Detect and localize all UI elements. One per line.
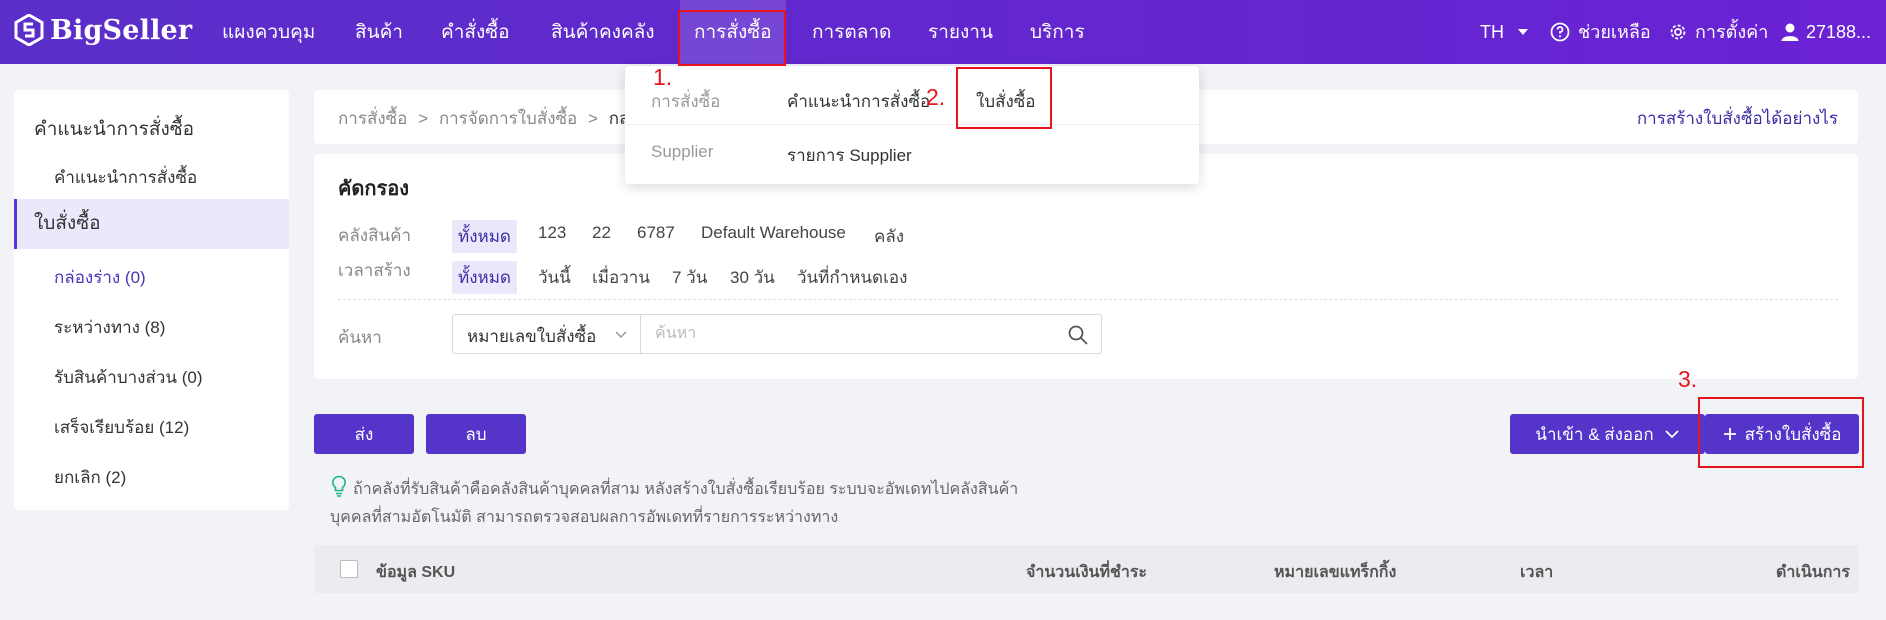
select-all-checkbox[interactable] bbox=[340, 560, 358, 578]
dropdown-link-supplier-list[interactable]: รายการ Supplier bbox=[787, 142, 912, 169]
sidebar: คำแนะนำการสั่งซื้อ คำแนะนำการสั่งซื้อ ใบ… bbox=[14, 90, 289, 510]
purchase-dropdown-menu: การสั่งซื้อ คำแนะนำการสั่งซื้อ ใบสั่งซื้… bbox=[625, 66, 1199, 184]
time-option-7days[interactable]: 7 วัน bbox=[672, 264, 707, 291]
search-type-value: หมายเลขใบสั่งซื้อ bbox=[467, 327, 597, 346]
chevron-down-icon bbox=[615, 331, 627, 339]
col-time: เวลา bbox=[1520, 564, 1554, 581]
nav-marketing[interactable]: การตลาด bbox=[812, 0, 891, 64]
logo[interactable]: BigSeller bbox=[14, 14, 192, 46]
settings-label: การตั้งค่า bbox=[1695, 22, 1769, 42]
language-selector[interactable]: TH bbox=[1480, 0, 1530, 64]
question-circle-icon bbox=[1550, 22, 1570, 42]
nav-orders[interactable]: คำสั่งซื้อ bbox=[441, 0, 510, 64]
breadcrumb: การสั่งซื้อ > การจัดการใบสั่งซื้อ > กล่อ bbox=[338, 105, 640, 132]
gear-icon bbox=[1670, 24, 1686, 40]
breadcrumb-po-management[interactable]: การจัดการใบสั่งซื้อ bbox=[439, 109, 577, 128]
send-button[interactable]: ส่ง bbox=[314, 414, 414, 454]
warehouse-option-default[interactable]: Default Warehouse bbox=[701, 223, 846, 243]
breadcrumb-purchase[interactable]: การสั่งซื้อ bbox=[338, 109, 407, 128]
top-navbar: BigSeller แผงควบคุม สินค้า คำสั่งซื้อ สิ… bbox=[0, 0, 1886, 64]
help-label: ช่วยเหลือ bbox=[1578, 22, 1651, 42]
nav-dashboard[interactable]: แผงควบคุม bbox=[222, 0, 315, 64]
import-export-button[interactable]: นำเข้า & ส่งออก bbox=[1510, 414, 1705, 454]
nav-products[interactable]: สินค้า bbox=[355, 0, 403, 64]
warehouse-option-6787[interactable]: 6787 bbox=[637, 223, 675, 243]
annotation-box-1 bbox=[678, 10, 786, 66]
sidebar-group-purchase-guide[interactable]: คำแนะนำการสั่งซื้อ bbox=[14, 114, 289, 144]
user-id: 27188... bbox=[1806, 22, 1872, 42]
annotation-box-2 bbox=[956, 67, 1052, 129]
dropdown-section-supplier: Supplier bbox=[651, 142, 714, 161]
annotation-number-2: 2. bbox=[926, 84, 946, 110]
warehouse-option-all[interactable]: ทั้งหมด bbox=[452, 220, 517, 253]
language-label: TH bbox=[1480, 22, 1504, 42]
time-option-custom[interactable]: วันที่กำหนดเอง bbox=[797, 264, 907, 291]
sidebar-item-in-transit[interactable]: ระหว่างทาง (8) bbox=[14, 314, 289, 341]
nav-inventory[interactable]: สินค้าคงคลัง bbox=[551, 0, 655, 64]
warehouse-filter-label: คลังสินค้า bbox=[338, 226, 412, 245]
tip-line-2: บุคคลที่สามอัตโนมัติ สามารถตรวจสอบผลการอ… bbox=[330, 509, 839, 526]
nav-services[interactable]: บริการ bbox=[1030, 0, 1085, 64]
sidebar-item-purchase-guide[interactable]: คำแนะนำการสั่งซื้อ bbox=[14, 164, 289, 191]
filter-title: คัดกรอง bbox=[338, 178, 409, 200]
sidebar-item-draft[interactable]: กล่องร่าง (0) bbox=[14, 264, 289, 291]
time-option-today[interactable]: วันนี้ bbox=[538, 264, 571, 291]
breadcrumb-separator: > bbox=[418, 109, 429, 128]
warehouse-option-other[interactable]: คลัง bbox=[874, 223, 904, 250]
settings-menu[interactable]: การตั้งค่า bbox=[1668, 0, 1768, 64]
col-actions: ดำเนินการ bbox=[1776, 564, 1850, 581]
annotation-number-1: 1. bbox=[653, 64, 673, 90]
warehouse-option-22[interactable]: 22 bbox=[592, 223, 611, 243]
import-export-label: นำเข้า & ส่งออก bbox=[1535, 424, 1654, 444]
lightbulb-icon bbox=[332, 475, 346, 497]
sidebar-item-completed[interactable]: เสร็จเรียบร้อย (12) bbox=[14, 414, 289, 441]
sidebar-group-purchase-orders[interactable]: ใบสั่งซื้อ bbox=[14, 199, 289, 249]
search-icon[interactable] bbox=[1067, 324, 1089, 346]
search-box: หมายเลขใบสั่งซื้อ bbox=[452, 314, 1102, 354]
search-input[interactable] bbox=[641, 315, 1067, 353]
chevron-down-icon bbox=[1665, 430, 1679, 439]
created-time-filter-label: เวลาสร้าง bbox=[338, 261, 411, 280]
caret-down-icon bbox=[1518, 29, 1528, 35]
sidebar-item-partial-received[interactable]: รับสินค้าบางส่วน (0) bbox=[14, 364, 289, 391]
time-option-yesterday[interactable]: เมื่อวาน bbox=[592, 264, 650, 291]
annotation-box-3 bbox=[1698, 397, 1864, 468]
annotation-number-3: 3. bbox=[1678, 366, 1698, 392]
brand-name: BigSeller bbox=[50, 14, 193, 46]
sidebar-item-cancelled[interactable]: ยกเลิก (2) bbox=[14, 464, 289, 491]
nav-reports[interactable]: รายงาน bbox=[928, 0, 993, 64]
time-option-all[interactable]: ทั้งหมด bbox=[452, 261, 517, 294]
search-label: ค้นหา bbox=[338, 328, 382, 347]
search-type-select[interactable]: หมายเลขใบสั่งซื้อ bbox=[453, 315, 641, 353]
filter-divider bbox=[338, 299, 1838, 300]
table-header: ข้อมูล SKU จำนวนเงินที่ชำระ หมายเลขแทร็ก… bbox=[314, 545, 1858, 593]
col-tracking-number: หมายเลขแทร็กกิ้ง bbox=[1274, 564, 1397, 581]
time-option-30days[interactable]: 30 วัน bbox=[730, 264, 775, 291]
tip-line-1: ถ้าคลังที่รับสินค้าคือคลังสินค้าบุคคลที่… bbox=[353, 481, 1019, 498]
user-menu[interactable]: 27188... bbox=[1780, 0, 1871, 64]
how-to-create-po-link[interactable]: การสร้างใบสั่งซื้อได้อย่างไร bbox=[1637, 105, 1838, 132]
delete-button[interactable]: ลบ bbox=[426, 414, 526, 454]
dropdown-link-purchase-guide[interactable]: คำแนะนำการสั่งซื้อ bbox=[787, 88, 930, 115]
breadcrumb-separator: > bbox=[588, 109, 598, 128]
dropdown-section-purchase: การสั่งซื้อ bbox=[651, 92, 721, 111]
user-icon bbox=[1781, 23, 1799, 41]
col-sku-info: ข้อมูล SKU bbox=[376, 564, 456, 581]
dropdown-divider bbox=[625, 124, 1199, 125]
col-amount-paid: จำนวนเงินที่ชำระ bbox=[1026, 564, 1148, 581]
warehouse-option-123[interactable]: 123 bbox=[538, 223, 566, 243]
bigseller-logo-icon bbox=[14, 14, 44, 46]
help-menu[interactable]: ช่วยเหลือ bbox=[1550, 0, 1651, 64]
